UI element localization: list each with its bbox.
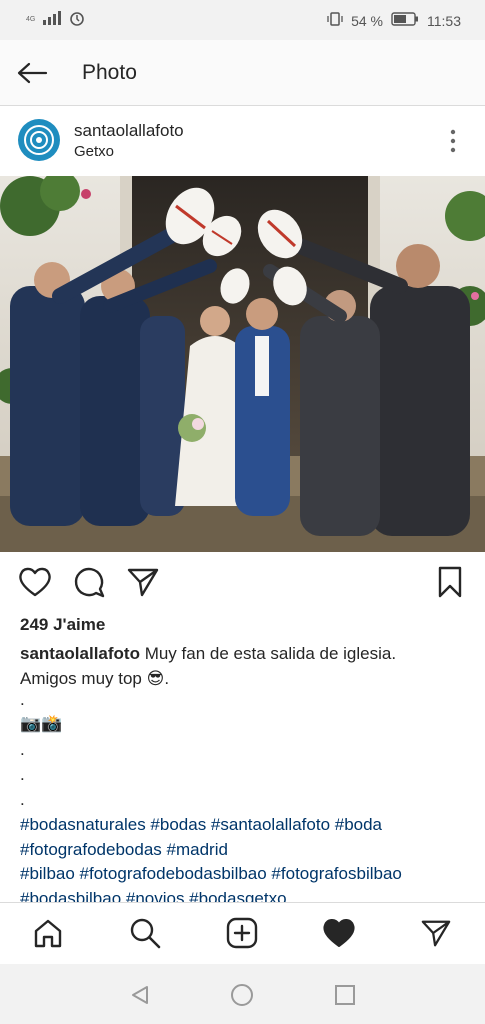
heart-outline-icon (19, 567, 51, 597)
page-title: Photo (82, 61, 137, 84)
clock: 11:53 (427, 12, 461, 29)
system-nav-bar (0, 964, 485, 1024)
post-username[interactable]: santaolallafoto (74, 121, 184, 141)
caption-dot: . (20, 765, 25, 784)
system-back-button[interactable] (127, 982, 153, 1008)
like-button[interactable] (17, 564, 53, 600)
nav-direct[interactable] (418, 915, 454, 951)
hashtag-line[interactable]: #bilbao #fotografodebodasbilbao #fotogra… (20, 862, 475, 887)
avatar[interactable] (18, 119, 60, 161)
caption-dot: . (20, 790, 25, 809)
heart-filled-icon (323, 919, 355, 947)
alarm-icon (69, 10, 85, 29)
likes-count[interactable]: 249 J'aime (20, 615, 105, 635)
nav-home[interactable] (30, 915, 66, 951)
triangle-back-icon (132, 986, 148, 1004)
back-button[interactable] (14, 57, 50, 89)
battery-icon (391, 12, 419, 29)
network-type: 4G (26, 16, 36, 23)
system-home-button[interactable] (229, 982, 255, 1008)
add-post-icon (226, 917, 258, 949)
caption-cameras: 📷📸 (20, 714, 63, 733)
bookmark-icon (438, 566, 462, 598)
home-icon (34, 919, 62, 948)
more-button[interactable] (443, 126, 463, 156)
send-icon (127, 568, 159, 597)
caption-dot: . (20, 690, 25, 709)
search-icon (130, 918, 161, 949)
comment-button[interactable] (71, 564, 107, 600)
signal-icon (41, 11, 63, 28)
nav-search[interactable] (127, 915, 163, 951)
share-button[interactable] (125, 564, 161, 600)
save-button[interactable] (432, 564, 468, 600)
post-photo[interactable] (0, 176, 485, 552)
wedding-photo (0, 176, 485, 552)
status-bar: 4G 54 % 11:53 (0, 0, 485, 40)
more-vertical-icon (450, 129, 456, 153)
app-bar: Photo (0, 40, 485, 106)
post-caption: santaolallafoto Muy fan de esta salida d… (20, 641, 470, 691)
vibrate-icon (327, 11, 343, 30)
hashtag-line[interactable]: #fotografodebodas #madrid (20, 838, 475, 863)
camera-logo-icon (24, 125, 54, 155)
caption-dot: . (20, 740, 25, 759)
nav-activity[interactable] (321, 915, 357, 951)
comment-icon (74, 567, 105, 598)
hashtags: #bodasnaturales #bodas #santaolallafoto … (20, 813, 475, 911)
circle-home-icon (231, 984, 253, 1006)
caption-username[interactable]: santaolallafoto (20, 644, 140, 663)
caption-text: Muy fan de esta salida de iglesia. (139, 644, 397, 663)
arrow-left-icon (17, 62, 48, 84)
nav-add-post[interactable] (224, 915, 260, 951)
battery-percent: 54 % (351, 12, 383, 29)
system-recents-button[interactable] (332, 982, 358, 1008)
post-location[interactable]: Getxo (74, 143, 114, 160)
bottom-nav (0, 902, 485, 964)
post-header: santaolallafoto Getxo (0, 106, 485, 176)
square-recents-icon (335, 985, 355, 1005)
post-actions (0, 552, 485, 612)
send-icon (421, 920, 451, 947)
caption-line-2: Amigos muy top 😎. (20, 669, 170, 688)
hashtag-line[interactable]: #bodasnaturales #bodas #santaolallafoto … (20, 813, 475, 838)
